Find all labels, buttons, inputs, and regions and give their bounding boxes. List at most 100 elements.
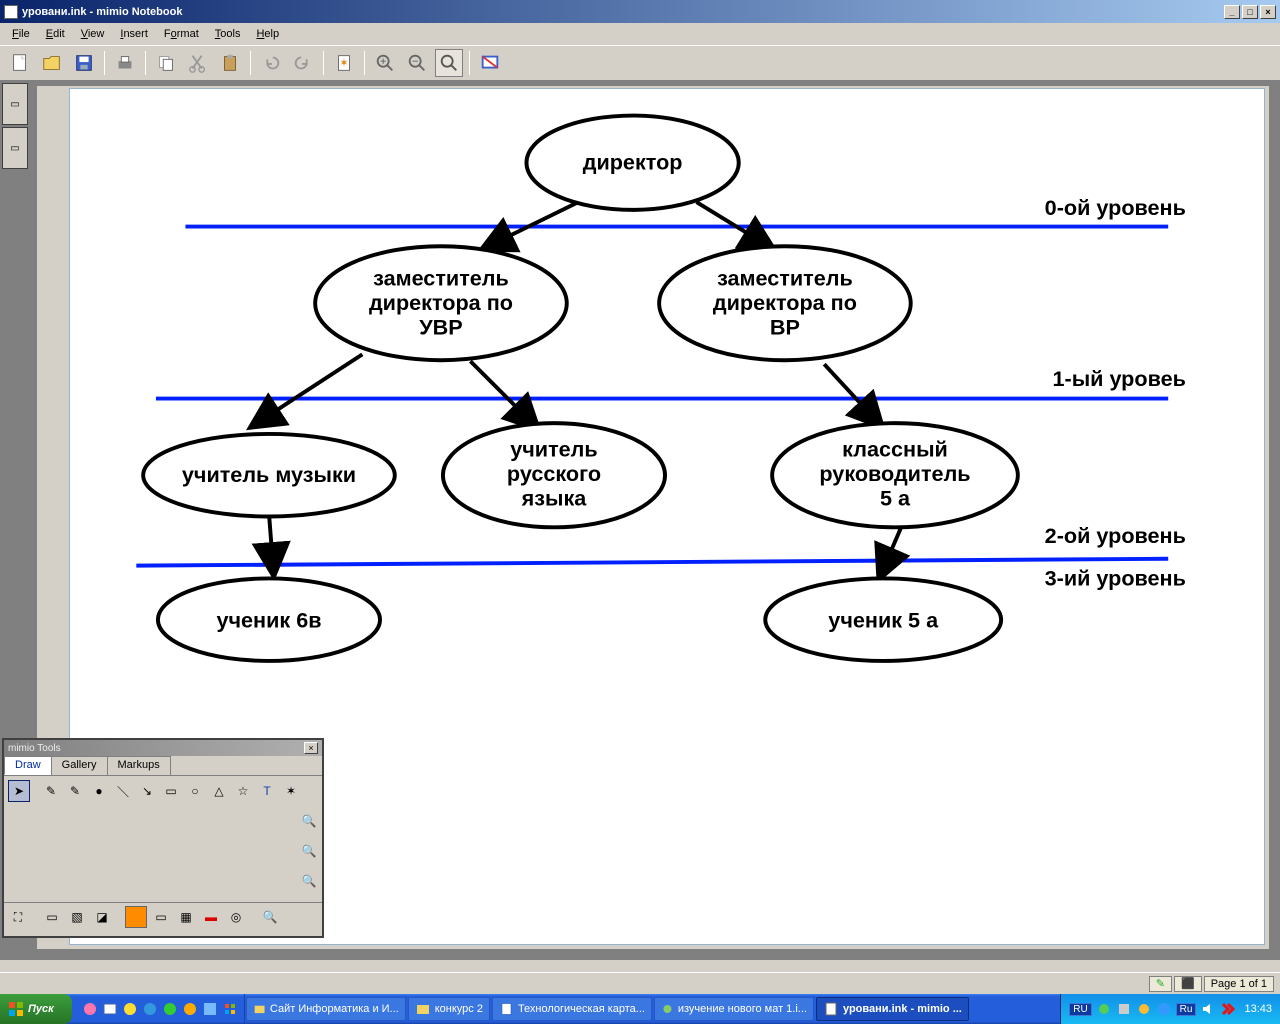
- ql-icon-8[interactable]: [222, 1001, 238, 1017]
- menu-help[interactable]: Help: [248, 26, 287, 42]
- tools-window[interactable]: mimio Tools × Draw Gallery Markups ➤ ✎ ✎…: [2, 738, 324, 938]
- task-item-1[interactable]: Сайт Информатика и И...: [246, 997, 406, 1021]
- reveal-tool[interactable]: 🔍: [259, 906, 281, 928]
- tray-icon-2[interactable]: [1116, 1001, 1132, 1017]
- rect-tool[interactable]: ▭: [160, 780, 182, 802]
- ql-icon-2[interactable]: [102, 1001, 118, 1017]
- close-button[interactable]: ×: [1260, 5, 1276, 19]
- pointer-tool[interactable]: ➤: [8, 780, 30, 802]
- fullscreen-button[interactable]: [476, 49, 504, 77]
- node-classr-t1: классный: [842, 437, 948, 462]
- lang-indicator-2[interactable]: Ru: [1176, 1003, 1197, 1016]
- tray-icon-1[interactable]: [1096, 1001, 1112, 1017]
- undo-button[interactable]: [257, 49, 285, 77]
- menu-bar: File Edit View Insert Format Tools Help: [0, 23, 1280, 45]
- app-icon: [4, 5, 18, 19]
- minimize-button[interactable]: _: [1224, 5, 1240, 19]
- text-tool[interactable]: T: [256, 780, 278, 802]
- task-item-3[interactable]: Технологическая карта...: [492, 997, 652, 1021]
- menu-view[interactable]: View: [73, 26, 113, 42]
- redo-button[interactable]: [289, 49, 317, 77]
- eraser-tool[interactable]: ◪: [91, 906, 113, 928]
- triangle-tool[interactable]: △: [208, 780, 230, 802]
- arrow-music-student6v: [269, 514, 274, 578]
- lasso-tool[interactable]: ▧: [66, 906, 88, 928]
- svg-text:✶: ✶: [339, 58, 348, 70]
- status-icon2[interactable]: ⬛: [1174, 976, 1202, 992]
- start-button[interactable]: Пуск: [0, 994, 72, 1024]
- paste-button[interactable]: [216, 49, 244, 77]
- node-deputy-uvr-t3: УВР: [419, 315, 462, 340]
- pen-tool[interactable]: ✎: [40, 780, 62, 802]
- node-director-text: директор: [583, 150, 683, 175]
- zoom-fit-button[interactable]: [435, 49, 463, 77]
- ql-icon-6[interactable]: [182, 1001, 198, 1017]
- copy-button[interactable]: [152, 49, 180, 77]
- ql-icon-5[interactable]: [162, 1001, 178, 1017]
- tray-icon-4[interactable]: [1156, 1001, 1172, 1017]
- thumb-2[interactable]: ▭: [2, 127, 28, 169]
- grid-tool[interactable]: ▦: [175, 906, 197, 928]
- select-tool[interactable]: ▭: [41, 906, 63, 928]
- ellipse-fill-tool[interactable]: ●: [88, 780, 110, 802]
- status-icon1[interactable]: ✎: [1149, 976, 1172, 992]
- cut-button[interactable]: [184, 49, 212, 77]
- tray-volume-icon[interactable]: [1200, 1001, 1216, 1017]
- menu-file[interactable]: File: [4, 26, 38, 42]
- task-item-2[interactable]: конкурс 2: [408, 997, 490, 1021]
- node-deputy-uvr-t1: заместитель: [373, 266, 509, 291]
- tools-row-top: ➤ ✎ ✎ ● ＼ ↘ ▭ ○ △ ☆ T ✶: [4, 776, 322, 806]
- tools-zoom-in[interactable]: 🔍: [298, 810, 320, 832]
- save-button[interactable]: [70, 49, 98, 77]
- star-tool[interactable]: ☆: [232, 780, 254, 802]
- stamp-tool[interactable]: ✶: [280, 780, 302, 802]
- fullscreen-tool[interactable]: ⛶: [7, 906, 29, 928]
- arrow-tool[interactable]: ↘: [136, 780, 158, 802]
- tray-kaspersky-icon[interactable]: [1220, 1001, 1236, 1017]
- redscreen-tool[interactable]: ▬: [200, 906, 222, 928]
- tools-bottom-row: ⛶ ▭ ▧ ◪ ▭ ▦ ▬ ◎ 🔍: [4, 902, 322, 931]
- insert-page-button[interactable]: ✶: [330, 49, 358, 77]
- maximize-button[interactable]: □: [1242, 5, 1258, 19]
- highlighter-tool[interactable]: ✎: [64, 780, 86, 802]
- menu-format[interactable]: Format: [156, 26, 207, 42]
- tools-tab-gallery[interactable]: Gallery: [51, 756, 108, 775]
- tools-zoom-out[interactable]: 🔍: [298, 840, 320, 862]
- status-bar: ✎ ⬛ Page 1 of 1: [0, 972, 1280, 994]
- zoom-in-button[interactable]: [371, 49, 399, 77]
- task-item-4[interactable]: изучение нового мат 1.i...: [654, 997, 814, 1021]
- line-tool[interactable]: ＼: [112, 780, 134, 802]
- new-button[interactable]: [6, 49, 34, 77]
- ql-icon-7[interactable]: [202, 1001, 218, 1017]
- tools-tab-draw[interactable]: Draw: [4, 756, 52, 775]
- color2-tool[interactable]: ▭: [150, 906, 172, 928]
- menu-edit[interactable]: Edit: [38, 26, 73, 42]
- node-russian-t1: учитель: [510, 437, 597, 462]
- tools-tab-markups[interactable]: Markups: [107, 756, 171, 775]
- ql-icon-3[interactable]: [122, 1001, 138, 1017]
- lang-indicator-1[interactable]: RU: [1069, 1003, 1091, 1016]
- taskbar: Пуск Сайт Информатика и И... конкурс 2 Т…: [0, 994, 1280, 1024]
- thumb-1[interactable]: ▭: [2, 83, 28, 125]
- node-classr-t3: 5 а: [880, 486, 911, 511]
- open-button[interactable]: [38, 49, 66, 77]
- tray-icon-3[interactable]: [1136, 1001, 1152, 1017]
- ql-icon-4[interactable]: [142, 1001, 158, 1017]
- ellipse-tool[interactable]: ○: [184, 780, 206, 802]
- tray-clock[interactable]: 13:43: [1244, 1003, 1272, 1015]
- arrow-uvr-music: [249, 354, 362, 428]
- menu-tools[interactable]: Tools: [207, 26, 249, 42]
- ql-icon-1[interactable]: [82, 1001, 98, 1017]
- tools-zoom-fit[interactable]: 🔍: [298, 870, 320, 892]
- spotlight-tool[interactable]: ◎: [225, 906, 247, 928]
- menu-insert[interactable]: Insert: [112, 26, 156, 42]
- node-deputy-vr-t1: заместитель: [717, 266, 853, 291]
- color1-tool[interactable]: [125, 906, 147, 928]
- tools-close-button[interactable]: ×: [304, 742, 318, 754]
- node-music-text: учитель музыки: [182, 462, 356, 487]
- tools-title-bar[interactable]: mimio Tools ×: [4, 740, 322, 756]
- task-item-5[interactable]: уровани.ink - mimio ...: [816, 997, 969, 1021]
- zoom-out-button[interactable]: [403, 49, 431, 77]
- print-button[interactable]: [111, 49, 139, 77]
- arrow-uvr-russian: [470, 361, 539, 430]
